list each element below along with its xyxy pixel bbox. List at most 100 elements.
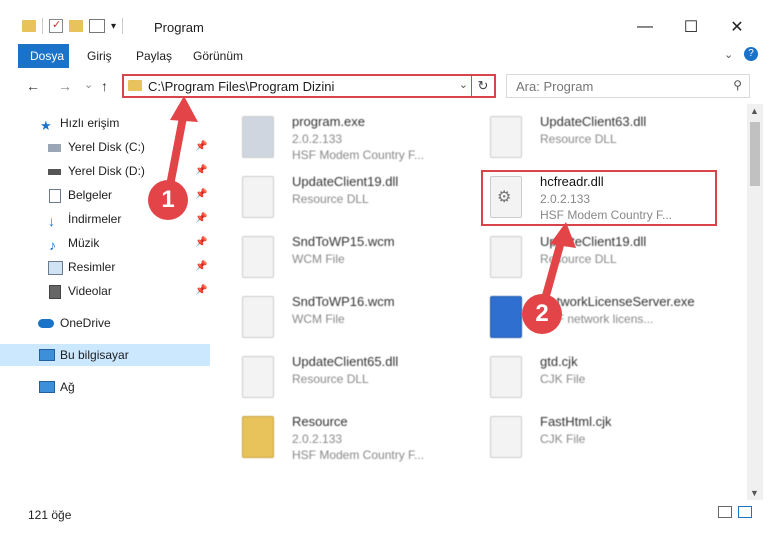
videos-icon xyxy=(49,285,61,299)
search-icon[interactable]: ⚲ xyxy=(733,78,742,92)
sidebar-item-label: Bu bilgisayar xyxy=(60,348,129,362)
scroll-down-icon[interactable]: ▼ xyxy=(750,488,759,498)
file-name: UpdateClient65.dll xyxy=(292,354,399,369)
toolbar-dropdown-icon[interactable]: ▾ xyxy=(111,21,116,32)
pin-icon[interactable]: 📌 xyxy=(195,256,207,278)
close-icon: ✕ xyxy=(730,19,744,36)
file-tile[interactable]: NetworkLicenseServer.exe HSF network lic… xyxy=(470,290,710,346)
close-button[interactable]: ✕ xyxy=(714,12,760,42)
folder-icon[interactable] xyxy=(22,20,36,32)
pin-icon[interactable]: 📌 xyxy=(195,160,207,182)
sidebar-item-label: Hızlı erişim xyxy=(60,116,120,130)
download-icon: ↓ xyxy=(48,213,55,229)
ribbon-expand-icon[interactable]: ⌄ xyxy=(724,48,733,61)
minimize-button[interactable]: — xyxy=(622,12,668,42)
file-icon xyxy=(490,356,522,398)
file-detail: CJK File xyxy=(540,372,586,386)
sidebar-item-pictures[interactable]: Resimler 📌 xyxy=(0,256,210,278)
help-icon[interactable]: ? xyxy=(744,47,758,61)
sidebar-item-music[interactable]: ♪ Müzik 📌 xyxy=(0,232,210,254)
tiles-view-icon[interactable] xyxy=(738,506,752,518)
sidebar-item-label: Yerel Disk (D:) xyxy=(68,164,145,178)
pin-icon[interactable]: 📌 xyxy=(195,184,207,206)
file-tile[interactable]: UpdateClient19.dll Resource DLL xyxy=(222,170,462,226)
title-bar: ✓ ▾ Program — ☐ ✕ xyxy=(0,0,769,44)
sidebar-item-disk-c[interactable]: Yerel Disk (C:) 📌 xyxy=(0,136,210,158)
step-badge-2: 2 xyxy=(522,294,562,334)
file-tile[interactable]: program.exe 2.0.2.133 HSF Modem Country … xyxy=(222,110,462,166)
sidebar-item-videos[interactable]: Videolar 📌 xyxy=(0,280,210,302)
recent-locations-icon[interactable]: ⌄ xyxy=(84,78,93,91)
sidebar-item-label: İndirmeler xyxy=(68,212,122,226)
file-name: Resource xyxy=(292,414,348,429)
customize-toolbar-icon[interactable] xyxy=(89,19,105,33)
file-icon xyxy=(490,416,522,458)
up-icon[interactable]: ↑ xyxy=(101,78,108,94)
scroll-up-icon[interactable]: ▲ xyxy=(750,106,759,116)
sidebar-item-network[interactable]: Ağ xyxy=(0,376,210,398)
tab-file[interactable]: Dosya xyxy=(18,44,69,68)
pictures-icon xyxy=(48,261,63,275)
tab-view[interactable]: Görünüm xyxy=(181,44,255,68)
dll-file-icon xyxy=(242,176,274,218)
chevron-down-icon[interactable]: ⌄ xyxy=(459,78,468,91)
pin-icon[interactable]: 📌 xyxy=(195,280,207,302)
details-view-icon[interactable] xyxy=(718,506,732,518)
search-input[interactable]: Ara: Program xyxy=(516,79,593,94)
file-tile[interactable]: SndToWP15.wcm WCM File xyxy=(222,230,462,286)
file-detail: Resource DLL xyxy=(540,132,617,146)
star-icon: ★ xyxy=(40,118,52,133)
file-detail: 2.0.2.133 xyxy=(292,132,343,146)
scroll-thumb[interactable] xyxy=(750,122,760,186)
pin-icon[interactable]: 📌 xyxy=(195,208,207,230)
forward-icon[interactable]: → xyxy=(58,78,72,94)
music-icon: ♪ xyxy=(49,237,56,253)
sidebar-item-onedrive[interactable]: OneDrive xyxy=(0,312,210,334)
maximize-button[interactable]: ☐ xyxy=(668,12,714,42)
file-list: program.exe 2.0.2.133 HSF Modem Country … xyxy=(212,104,744,500)
cloud-icon xyxy=(38,319,54,328)
dll-file-icon xyxy=(490,236,522,278)
sidebar-item-label: OneDrive xyxy=(60,316,111,330)
address-bar[interactable]: C:\Program Files\Program Dizini ⌄ ↻ xyxy=(122,74,496,98)
file-tile[interactable]: SndToWP16.wcm WCM File xyxy=(222,290,462,346)
address-path[interactable]: C:\Program Files\Program Dizini xyxy=(148,79,334,94)
dll-file-icon xyxy=(490,116,522,158)
folder-icon xyxy=(242,416,274,458)
file-tile[interactable]: UpdateClient19.dll Resource DLL xyxy=(470,230,710,286)
sidebar-item-label: Yerel Disk (C:) xyxy=(68,140,145,154)
file-tile[interactable]: UpdateClient65.dll Resource DLL xyxy=(222,350,462,406)
back-icon[interactable]: ← xyxy=(26,78,40,94)
search-box[interactable]: Ara: Program ⚲ xyxy=(506,74,750,98)
tab-share[interactable]: Paylaş xyxy=(124,44,184,68)
pin-icon[interactable]: 📌 xyxy=(195,232,207,254)
highlight-box xyxy=(481,170,717,226)
pin-icon[interactable]: 📌 xyxy=(195,136,207,158)
file-icon xyxy=(242,296,274,338)
ribbon: Dosya Giriş Paylaş Görünüm ⌄ ? xyxy=(0,44,769,69)
file-tile[interactable]: UpdateClient63.dll Resource DLL xyxy=(470,110,710,166)
sidebar-item-label: Ağ xyxy=(60,380,75,394)
file-tile[interactable]: FastHtml.cjk CJK File xyxy=(470,410,710,466)
file-name: FastHtml.cjk xyxy=(540,414,612,429)
file-tile[interactable]: gtd.cjk CJK File xyxy=(470,350,710,406)
minimize-icon: — xyxy=(637,18,653,35)
item-count: 121 öğe xyxy=(28,508,72,522)
file-detail: HSF Modem Country F... xyxy=(292,448,425,462)
new-folder-icon[interactable] xyxy=(69,20,83,32)
vertical-scrollbar[interactable]: ▲ ▼ xyxy=(747,104,763,500)
sidebar-item-quick-access[interactable]: ★ Hızlı erişim xyxy=(0,112,210,134)
file-detail: 2.0.2.133 xyxy=(292,432,343,446)
file-detail: WCM File xyxy=(292,312,345,326)
properties-icon[interactable]: ✓ xyxy=(49,19,63,33)
file-icon xyxy=(242,236,274,278)
file-tile[interactable]: Resource 2.0.2.133 HSF Modem Country F..… xyxy=(222,410,462,466)
file-name: gtd.cjk xyxy=(540,354,578,369)
tab-home[interactable]: Giriş xyxy=(75,44,124,68)
exe-icon xyxy=(490,296,522,338)
sidebar-item-disk-d[interactable]: Yerel Disk (D:) 📌 xyxy=(0,160,210,182)
refresh-icon[interactable]: ↻ xyxy=(471,76,494,96)
sidebar-item-this-pc[interactable]: Bu bilgisayar xyxy=(0,344,210,366)
dll-file-icon xyxy=(242,356,274,398)
sidebar-item-label: Resimler xyxy=(68,260,116,274)
